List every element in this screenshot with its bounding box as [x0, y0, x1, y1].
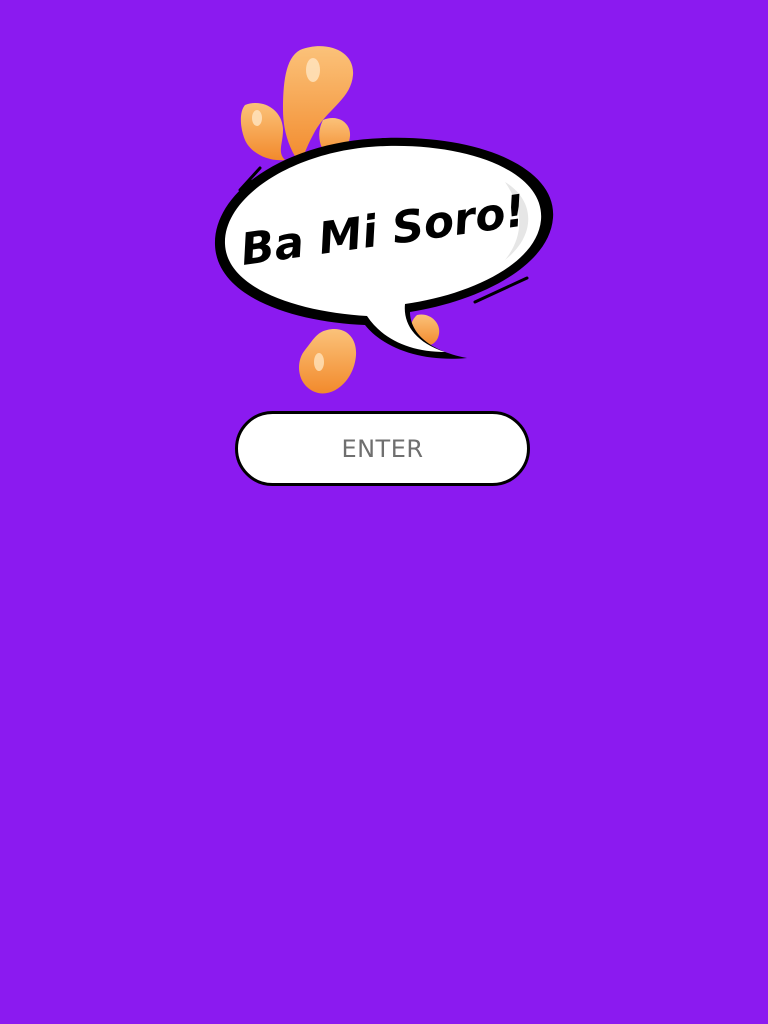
welcome-screen: { "logo": { "text": "Ba Mi Soro!", "icon…	[0, 0, 768, 1024]
speech-bubble-logo-icon: Ba Mi Soro!	[214, 46, 554, 394]
enter-button-label: ENTER	[341, 434, 424, 463]
app-logo: Ba Mi Soro!	[205, 40, 565, 405]
enter-button[interactable]: ENTER	[235, 411, 530, 486]
